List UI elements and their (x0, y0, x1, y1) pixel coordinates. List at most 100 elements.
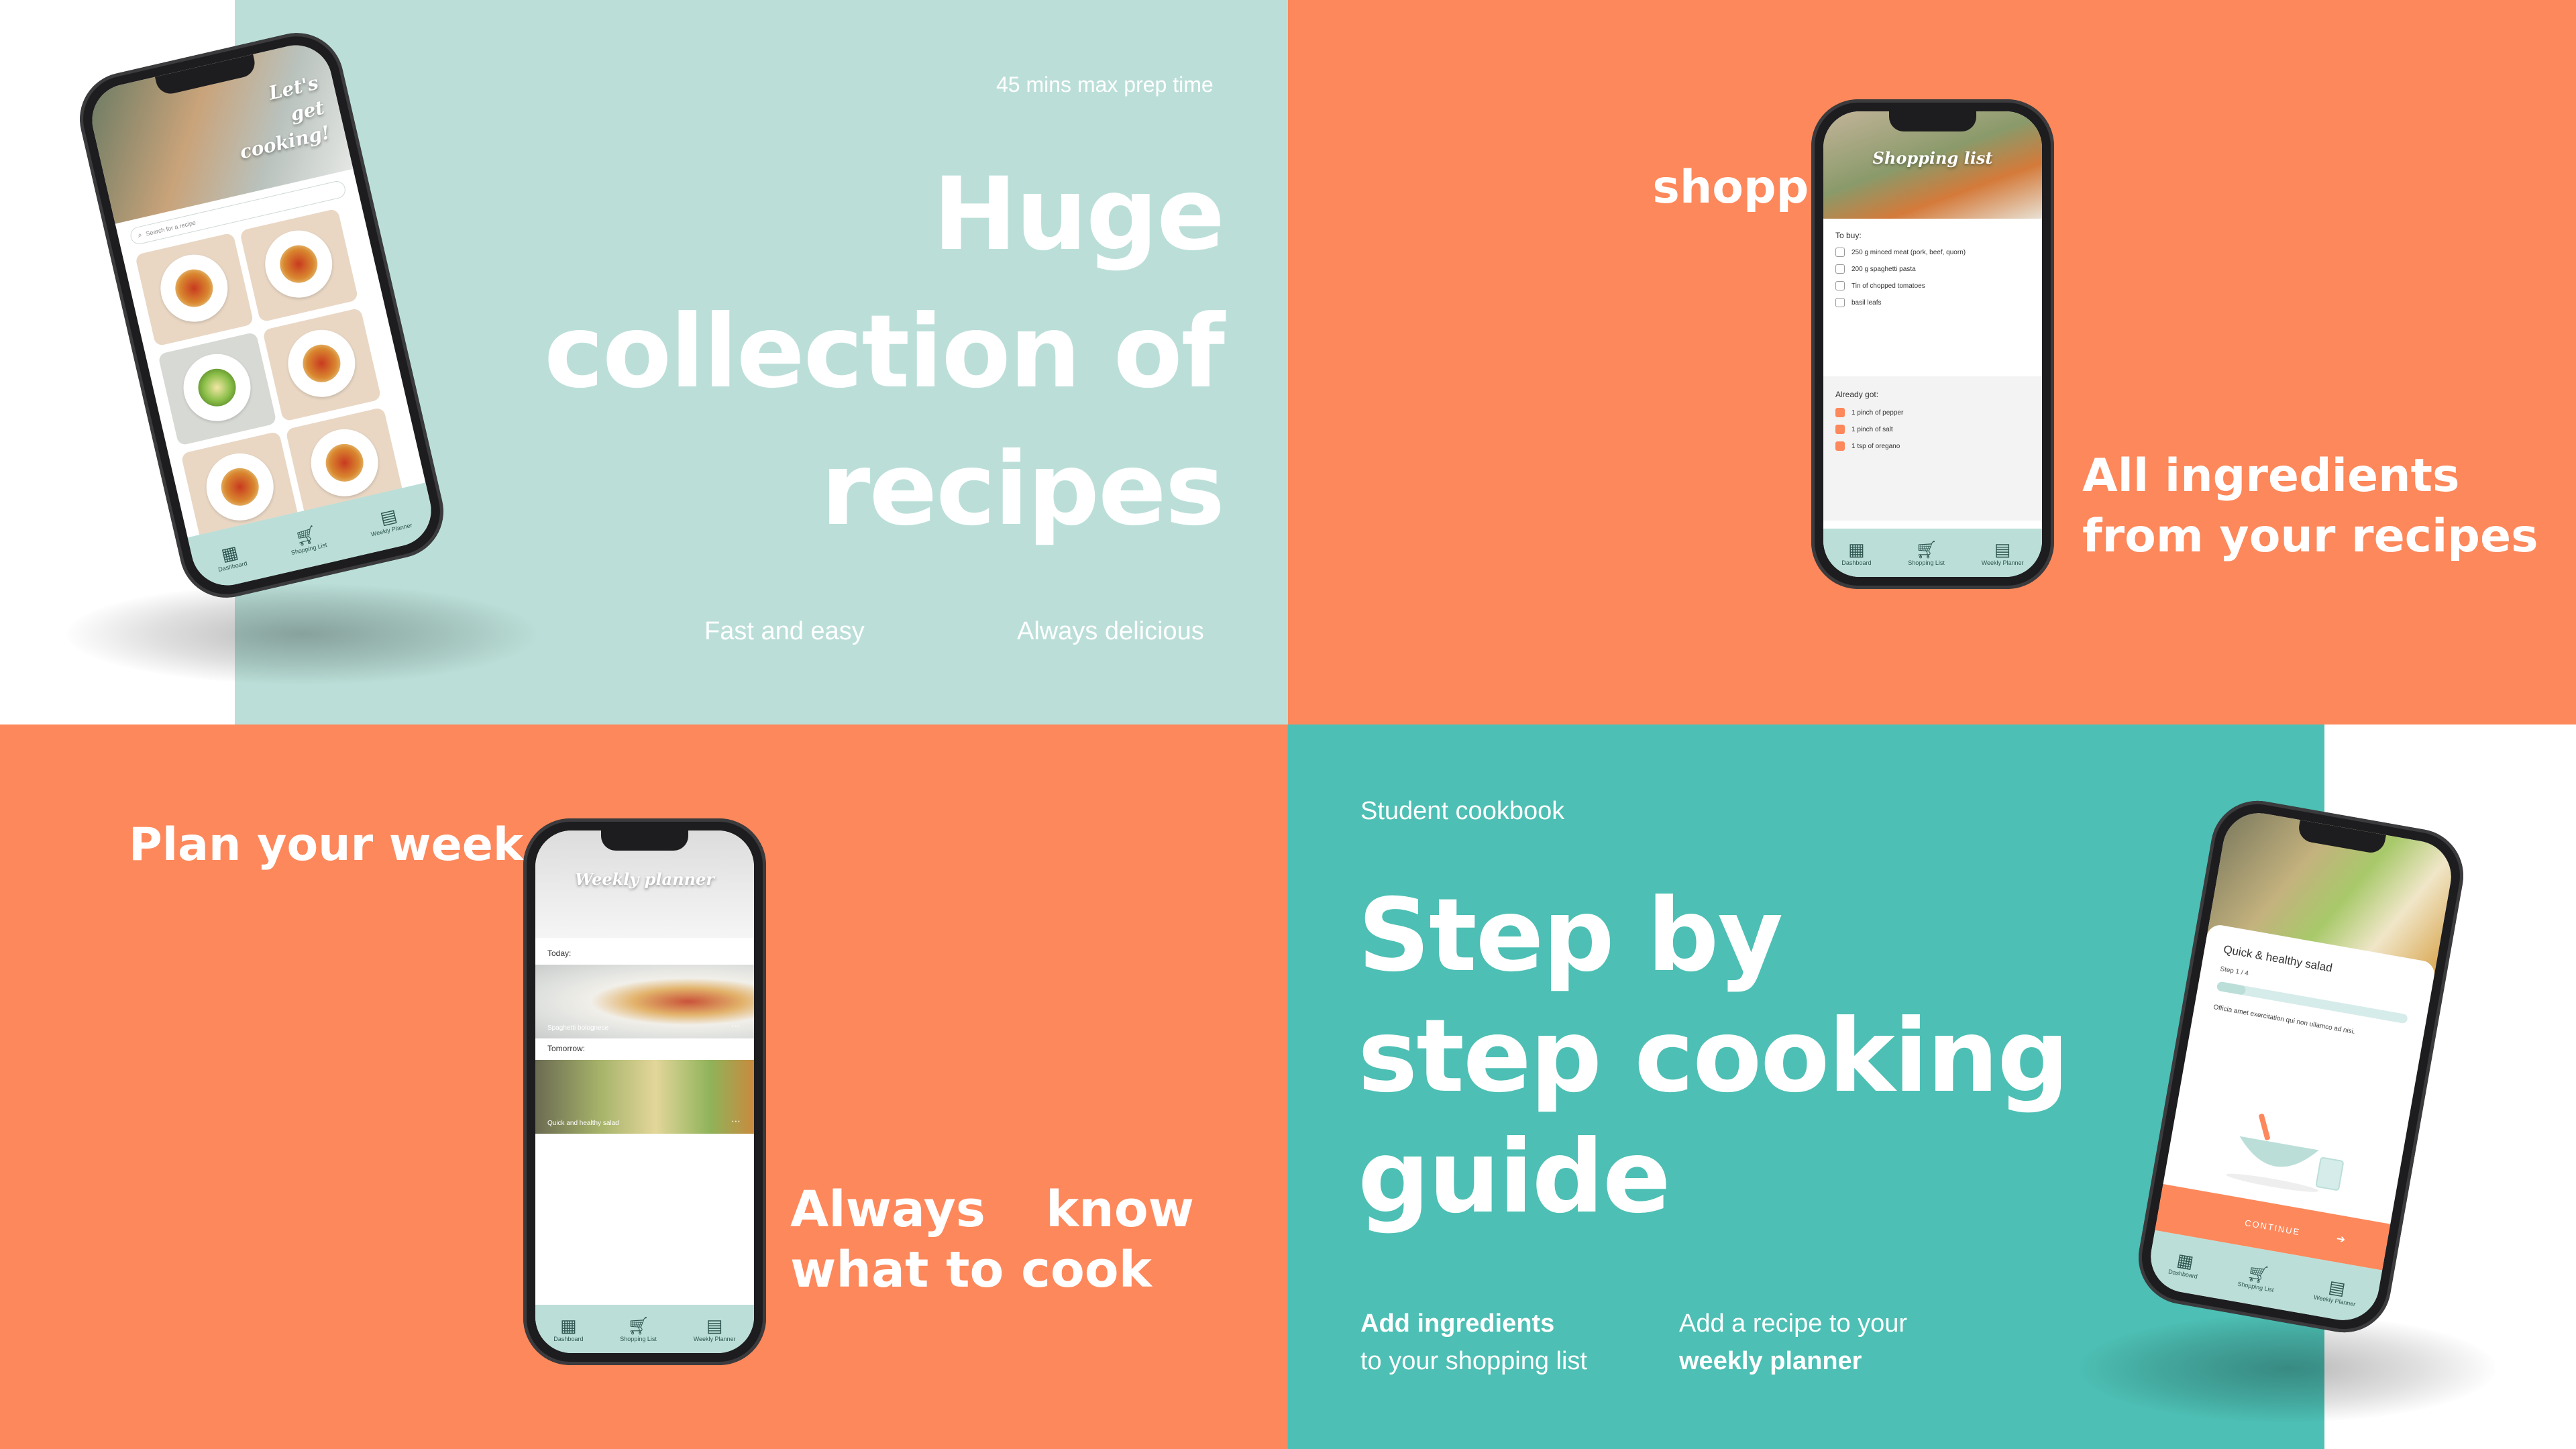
phone-notch (601, 830, 688, 851)
tab-label: Weekly Planner (693, 1336, 736, 1342)
feature-always-delicious: Always delicious (1017, 617, 1204, 645)
panel-cooking-guide: Student cookbook Step by step cooking gu… (1288, 724, 2576, 1449)
tab-weekly-planner[interactable]: ▤ Weekly Planner (2313, 1274, 2359, 1307)
recipe-card[interactable] (158, 331, 277, 446)
subheadline-line-1: All ingredients (2082, 449, 2460, 502)
feature-fast-easy: Fast and easy (704, 617, 865, 645)
today-label: Today: (547, 949, 572, 958)
item-text: basil leafs (1851, 299, 1882, 307)
tab-dashboard[interactable]: ▦ Dashboard (213, 540, 248, 573)
checkbox[interactable] (1835, 281, 1845, 290)
checkbox-checked[interactable] (1835, 408, 1845, 417)
tab-label: Weekly Planner (1981, 559, 2024, 566)
phone-shadow (2080, 1315, 2496, 1422)
hero-title: Weekly planner (575, 869, 714, 889)
subheadline-line-2: what to cook (790, 1241, 1152, 1299)
cart-icon: 🛒︎ (627, 1316, 650, 1336)
phone-shopping-list: Shopping list To buy: 250 g minced meat … (1811, 99, 2054, 589)
title-line-1: Huge (932, 156, 1225, 273)
cart-icon: 🛒︎ (1915, 539, 1938, 559)
tomorrow-label: Tomorrow: (547, 1044, 586, 1053)
more-icon[interactable]: ⋯ (731, 1116, 741, 1127)
tab-bar: ▦ Dashboard 🛒︎ Shopping List ▤ Weekly Plann… (1823, 529, 2042, 577)
item-text: 250 g minced meat (pork, beef, quorn) (1851, 248, 1966, 256)
tab-shopping-list[interactable]: 🛒︎ Shopping List (1908, 539, 1945, 566)
list-item[interactable]: basil leafs (1835, 298, 1881, 307)
checkbox[interactable] (1835, 298, 1845, 307)
checkbox-checked[interactable] (1835, 441, 1845, 451)
list-item[interactable]: 1 tsp of oregano (1835, 441, 1900, 451)
phone-screen: Shopping list To buy: 250 g minced meat … (1823, 111, 2042, 577)
list-item[interactable]: 200 g spaghetti pasta (1835, 264, 1916, 274)
action-2-bold: weekly planner (1679, 1347, 1862, 1375)
tab-weekly-planner[interactable]: ▤ Weekly Planner (1982, 539, 2024, 566)
app-name-label: Student cookbook (1360, 797, 1565, 825)
already-got-label: Already got: (1835, 390, 1879, 399)
action-add-to-planner: Add a recipe to your weekly planner (1679, 1305, 1907, 1380)
grid-icon: ▦ (1848, 539, 1865, 559)
recipe-name: Spaghetti bolognese (547, 1024, 609, 1032)
checkbox[interactable] (1835, 248, 1845, 257)
subheadline: Always know what to cook (790, 1179, 1194, 1300)
recipe-card[interactable] (239, 208, 359, 323)
checkbox-checked[interactable] (1835, 425, 1845, 434)
hero-title: Shopping list (1872, 148, 1993, 168)
action-add-ingredients: Add ingredients to your shopping list (1360, 1305, 1587, 1380)
grid-icon: ▦ (2175, 1249, 2196, 1273)
more-icon[interactable]: ⋯ (731, 1021, 741, 1032)
recipe-card[interactable] (134, 232, 254, 347)
continue-label: CONTINUE (2244, 1217, 2302, 1237)
grid-icon: ▦ (560, 1316, 577, 1336)
calendar-icon: ▤ (1994, 539, 2011, 559)
list-item[interactable]: 250 g minced meat (pork, beef, quorn) (1835, 248, 1966, 257)
item-text: Tin of chopped tomatoes (1851, 282, 1925, 290)
calendar-icon: ▤ (706, 1316, 723, 1336)
phone-weekly-planner: Weekly planner Today: Spaghetti bolognes… (523, 818, 766, 1365)
tab-weekly-planner[interactable]: ▤ Weekly Planner (694, 1316, 736, 1342)
search-placeholder: Search for a recipe (145, 219, 197, 237)
tab-bar: ▦ Dashboard 🛒︎ Shopping List ▤ Weekly Plann… (535, 1305, 754, 1353)
bowl-illustration-icon (2226, 1114, 2344, 1192)
tab-label: Dashboard (1841, 559, 1872, 566)
to-buy-label: To buy: (1835, 231, 1862, 240)
headline: Plan your week (129, 818, 524, 871)
tab-dashboard[interactable]: ▦ Dashboard (553, 1316, 583, 1342)
progress-fill (2216, 981, 2247, 996)
list-item[interactable]: Tin of chopped tomatoes (1835, 281, 1925, 290)
list-item[interactable]: 1 pinch of salt (1835, 425, 1893, 434)
phone-screen: Weekly planner Today: Spaghetti bolognes… (535, 830, 754, 1353)
subheadline-line-2: from your recipes (2082, 510, 2538, 563)
recipe-card-today[interactable]: Spaghetti bolognese ⋯ (535, 965, 754, 1038)
title-line-2: step cooking (1358, 998, 2070, 1115)
tab-label: Dashboard (553, 1336, 584, 1342)
phone-shadow (67, 584, 537, 684)
title-line-3: guide (1358, 1119, 1671, 1236)
prep-time-label: 45 mins max prep time (996, 72, 1214, 97)
tab-label: Shopping List (620, 1336, 657, 1342)
tab-dashboard[interactable]: ▦ Dashboard (2168, 1248, 2202, 1280)
tab-shopping-list[interactable]: 🛒︎ Shopping List (2237, 1260, 2278, 1293)
recipe-card-tomorrow[interactable]: Quick and healthy salad ⋯ (535, 1060, 754, 1134)
tab-label: Shopping List (1908, 559, 1945, 566)
item-text: 1 pinch of salt (1851, 425, 1893, 433)
panel-title: Huge collection of recipes (544, 146, 1225, 559)
subheadline-word-1: Always (790, 1181, 985, 1238)
subheadline: All ingredients from your recipes (2082, 446, 2538, 567)
item-text: 1 pinch of pepper (1851, 409, 1904, 417)
checkbox[interactable] (1835, 264, 1845, 274)
title-line-2: collection of (544, 294, 1225, 411)
recipe-name: Quick and healthy salad (547, 1120, 619, 1127)
item-text: 200 g spaghetti pasta (1851, 265, 1916, 273)
list-item[interactable]: 1 pinch of pepper (1835, 408, 1903, 417)
panel-shopping-list: One shopping list Shopping list To buy: … (1288, 0, 2576, 724)
recipe-card[interactable] (262, 307, 382, 422)
title-line-3: recipes (820, 431, 1225, 548)
title-line-1: Step by (1358, 877, 1783, 994)
tab-dashboard[interactable]: ▦ Dashboard (1841, 539, 1871, 566)
tab-shopping-list[interactable]: 🛒︎ Shopping List (286, 522, 327, 556)
tab-weekly-planner[interactable]: ▤ Weekly Planner (366, 502, 413, 538)
calendar-icon: ▤ (2327, 1276, 2347, 1299)
tab-shopping-list[interactable]: 🛒︎ Shopping List (620, 1316, 657, 1342)
search-icon: ⌕ (137, 230, 143, 239)
phone-notch (1889, 111, 1976, 131)
